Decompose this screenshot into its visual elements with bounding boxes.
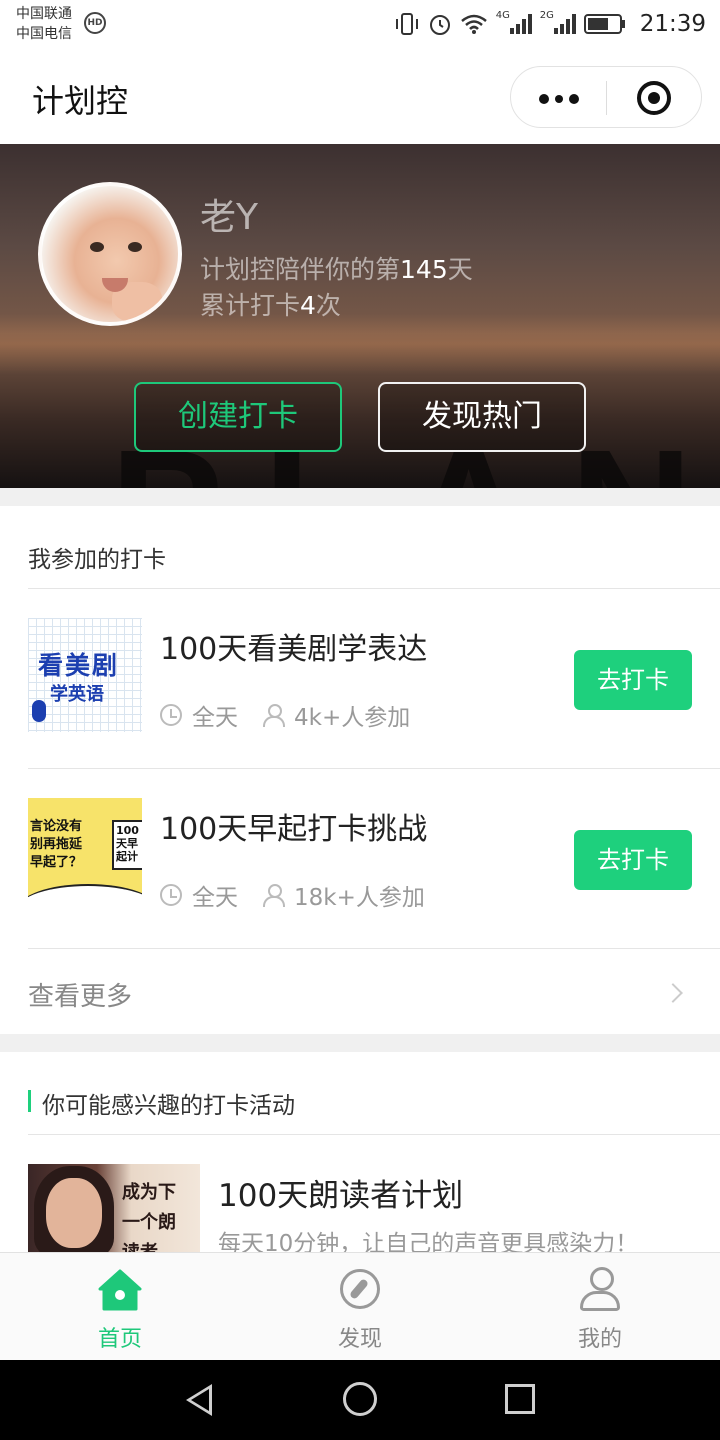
section-accent-bar — [28, 1090, 31, 1112]
divider — [28, 588, 720, 589]
status-bar: 中国联通 中国电信 HD 4G 2G 21:39 — [0, 0, 720, 48]
more-dot-icon — [569, 94, 579, 104]
days-text: 计划控陪伴你的第145天 — [200, 250, 473, 286]
divider — [28, 1134, 720, 1135]
more-button[interactable] — [511, 67, 607, 129]
item-participants: 18k+人参加 — [294, 885, 425, 911]
tab-label: 我的 — [577, 1327, 622, 1352]
section-title: 你可能感兴趣的打卡活动 — [42, 1093, 295, 1119]
vibrate-icon — [395, 13, 418, 35]
item-title: 100天看美剧学表达 — [160, 632, 428, 667]
thumbnail-subtext: 学英语 — [50, 684, 104, 705]
tab-label: 发现 — [337, 1327, 382, 1352]
tab-home[interactable]: 首页 — [0, 1253, 240, 1361]
mini-program-capsule — [510, 66, 702, 128]
item-thumbnail: 言论没有 别再拖延 早起了？ 100天早起计 — [28, 798, 142, 912]
hd-badge-icon: HD — [84, 12, 106, 34]
go-checkin-button[interactable]: 去打卡 — [574, 650, 692, 710]
more-dot-icon — [539, 94, 549, 104]
clock-icon — [160, 884, 182, 906]
back-icon[interactable] — [186, 1384, 212, 1416]
avatar-eye — [128, 242, 142, 252]
thumbnail-text: 成为下一个朗读者 — [122, 1182, 176, 1252]
person-icon — [262, 704, 285, 727]
carrier-1: 中国联通 — [16, 6, 72, 22]
divider — [28, 768, 720, 769]
item-participants: 4k+人参加 — [294, 705, 411, 731]
tab-me[interactable]: 我的 — [480, 1253, 720, 1361]
alarm-icon — [429, 15, 450, 35]
status-time: 21:39 — [639, 11, 706, 37]
carrier-2: 中国电信 — [16, 26, 72, 42]
user-name: 老Y — [200, 197, 258, 238]
view-more-label: 查看更多 — [28, 982, 133, 1012]
profile-banner: PLAN 老Y 计划控陪伴你的第145天 累计打卡4次 创建打卡 发现热门 — [0, 144, 720, 488]
wifi-icon — [460, 14, 487, 34]
system-nav-bar — [0, 1360, 720, 1440]
item-time: 全天 — [192, 705, 238, 731]
carrier-info: 中国联通 中国电信 — [16, 4, 72, 44]
item-thumbnail: 看美剧 学英语 — [28, 618, 142, 732]
thumbnail-text: 看美剧 — [38, 651, 120, 680]
status-icons: 4G 2G 21:39 — [394, 8, 706, 40]
checkin-suffix: 次 — [315, 291, 341, 320]
recent-apps-icon[interactable] — [505, 1384, 535, 1414]
item-meta: 全天 4k+人参加 — [160, 698, 410, 732]
user-icon — [580, 1267, 620, 1313]
section-title: 我参加的打卡 — [28, 547, 166, 573]
thumbnail-text: 100天早起计 — [112, 820, 142, 870]
signal-icon-2: 2G — [540, 10, 576, 36]
avatar-eye — [90, 242, 104, 252]
item-title: 100天朗读者计划 — [218, 1178, 464, 1214]
checkin-count: 4 — [300, 291, 316, 320]
close-miniprogram-button[interactable] — [637, 81, 671, 115]
avatar[interactable] — [38, 182, 182, 326]
item-meta: 全天 18k+人参加 — [160, 878, 425, 912]
item-thumbnail: 成为下一个朗读者 — [28, 1164, 200, 1252]
checkin-text: 累计打卡4次 — [200, 286, 341, 322]
home-circle-icon[interactable] — [343, 1382, 377, 1416]
checkin-prefix: 累计打卡 — [200, 291, 301, 320]
more-dot-icon — [555, 95, 563, 103]
signal-icon-1: 4G — [496, 10, 532, 36]
item-subtitle: 每天10分钟，让自己的声音更具感染力！ — [218, 1231, 639, 1252]
view-more-row[interactable]: 查看更多 — [0, 950, 720, 1034]
go-checkin-button[interactable]: 去打卡 — [574, 830, 692, 890]
tab-discover[interactable]: 发现 — [240, 1253, 480, 1361]
clock-icon — [160, 704, 182, 726]
item-time: 全天 — [192, 885, 238, 911]
chevron-right-icon — [663, 983, 683, 1003]
capsule-divider — [606, 81, 607, 115]
home-icon — [98, 1269, 142, 1311]
compass-icon — [340, 1269, 380, 1309]
nav-bar: 计划控 — [0, 48, 720, 144]
days-suffix: 天 — [447, 255, 473, 284]
thumbnail-cloud — [28, 884, 142, 912]
recommended-card: 你可能感兴趣的打卡活动 成为下一个朗读者 100天朗读者计划 每天10分钟，让自… — [0, 1052, 720, 1252]
days-count: 145 — [400, 255, 448, 284]
days-prefix: 计划控陪伴你的第 — [200, 255, 401, 284]
thumbnail-subtext: 言论没有 别再拖延 早起了？ — [30, 819, 83, 870]
divider — [28, 948, 720, 949]
tab-label: 首页 — [97, 1327, 142, 1352]
person-icon — [262, 884, 285, 907]
item-title: 100天早起打卡挑战 — [160, 812, 428, 847]
create-checkin-button[interactable]: 创建打卡 — [134, 382, 342, 452]
battery-icon — [583, 14, 625, 34]
page-title: 计划控 — [32, 82, 129, 120]
joined-checkins-card: 我参加的打卡 看美剧 学英语 100天看美剧学表达 全天 4k+人参加 去打卡 … — [0, 506, 720, 1034]
thumbnail-face — [46, 1178, 102, 1248]
discover-hot-button[interactable]: 发现热门 — [378, 382, 586, 452]
tab-bar: 首页 发现 我的 — [0, 1252, 720, 1360]
microphone-icon — [32, 700, 46, 722]
